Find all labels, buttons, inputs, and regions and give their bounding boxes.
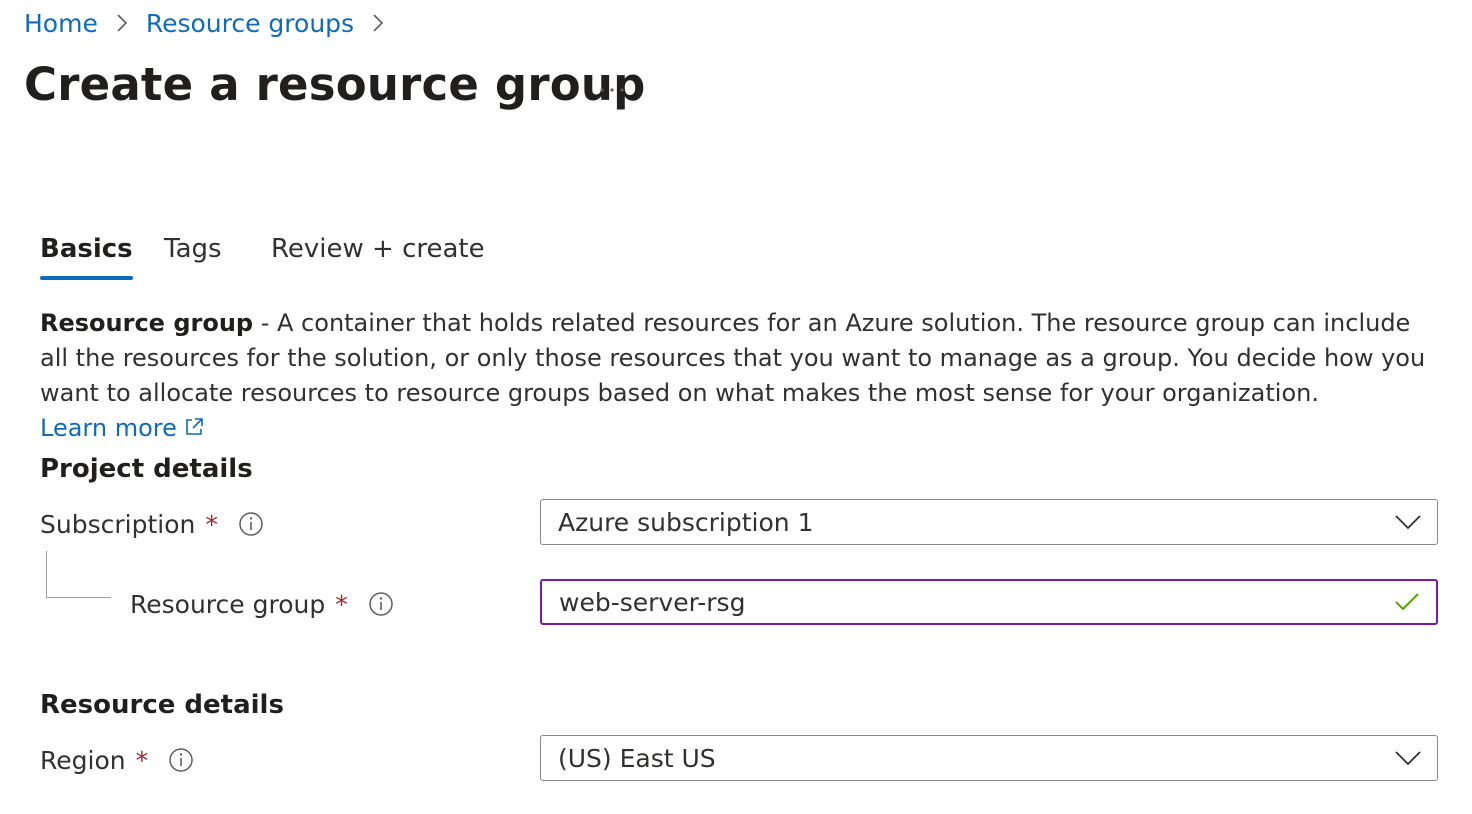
subscription-label: Subscription (40, 509, 196, 539)
region-value: (US) East US (558, 743, 716, 773)
resource-group-description: Resource group - A container that holds … (40, 306, 1440, 446)
region-label-row: Region * (40, 740, 194, 780)
subscription-label-row: Subscription * (40, 504, 264, 544)
resource-group-value: web-server-rsg (559, 587, 746, 617)
resource-group-label-row: Resource group * (130, 584, 394, 624)
project-details-heading: Project details (40, 454, 253, 484)
required-indicator: * (335, 589, 348, 619)
checkmark-icon (1392, 592, 1422, 612)
chevron-right-icon (116, 13, 128, 33)
required-indicator: * (205, 509, 218, 539)
description-lead: Resource group (40, 309, 254, 337)
tab-basics[interactable]: Basics (40, 228, 133, 282)
breadcrumb-resource-groups[interactable]: Resource groups (146, 9, 354, 38)
subscription-dropdown[interactable]: Azure subscription 1 (540, 499, 1438, 545)
resource-details-heading: Resource details (40, 690, 284, 720)
resource-group-label: Resource group (130, 589, 326, 619)
external-link-icon (186, 418, 203, 435)
ellipsis-icon (600, 88, 624, 92)
learn-more-link[interactable]: Learn more (40, 414, 205, 442)
info-icon[interactable] (168, 747, 194, 773)
more-options-button[interactable] (594, 76, 630, 104)
info-icon[interactable] (368, 591, 394, 617)
tree-connector (46, 551, 111, 598)
region-label: Region (40, 745, 126, 775)
tab-review-create[interactable]: Review + create (271, 228, 485, 282)
resource-group-input[interactable]: web-server-rsg (540, 579, 1438, 625)
chevron-right-icon (372, 13, 384, 33)
info-icon[interactable] (238, 511, 264, 537)
region-dropdown[interactable]: (US) East US (540, 735, 1438, 781)
page-title: Create a resource group (24, 58, 646, 111)
chevron-down-icon (1393, 512, 1423, 532)
chevron-down-icon (1393, 748, 1423, 768)
learn-more-label: Learn more (40, 414, 177, 442)
required-indicator: * (135, 745, 149, 775)
breadcrumb-home[interactable]: Home (24, 9, 98, 38)
breadcrumb: Home Resource groups (24, 6, 402, 40)
tab-tags[interactable]: Tags (164, 228, 222, 282)
create-resource-group-page: Home Resource groups Create a resource g… (0, 0, 1472, 814)
subscription-value: Azure subscription 1 (558, 507, 814, 537)
